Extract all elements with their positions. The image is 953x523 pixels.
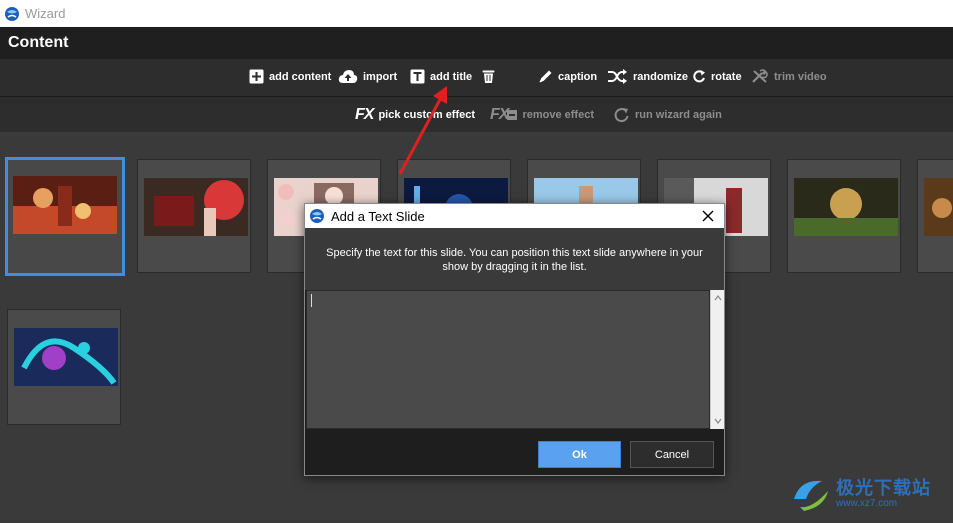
minus-icon <box>507 110 518 120</box>
watermark-url: www.xz7.com <box>836 498 898 509</box>
pencil-icon <box>539 70 552 83</box>
randomize-button[interactable]: randomize <box>607 69 688 84</box>
fx-remove-icon: FX <box>490 106 509 123</box>
dialog-title: Add a Text Slide <box>331 208 425 224</box>
caption-button[interactable]: caption <box>538 69 597 84</box>
rotate-label: rotate <box>711 70 742 83</box>
globe-logo-icon <box>310 209 324 223</box>
text-t-icon <box>410 69 425 84</box>
fx-icon: FX <box>355 106 374 123</box>
tools-icon <box>752 69 768 83</box>
text-scrollbar[interactable] <box>710 290 724 429</box>
add-content-button[interactable]: add content <box>249 69 331 84</box>
slide-thumbnail <box>14 328 118 386</box>
slide-text-input[interactable] <box>306 290 710 429</box>
scroll-up-icon <box>714 295 722 301</box>
run-wizard-again-label: run wizard again <box>635 108 722 121</box>
window-title: Wizard <box>25 6 66 21</box>
trim-video-button[interactable]: trim video <box>751 69 827 84</box>
slide-thumbnail <box>13 176 117 234</box>
close-button[interactable] <box>698 206 718 226</box>
watermark-logo-icon <box>794 480 828 511</box>
refresh-icon <box>614 108 629 123</box>
dialog-message: Specify the text for this slide. You can… <box>305 228 724 290</box>
slide-tile[interactable] <box>787 159 901 273</box>
main-toolbar: add content import add title caption ran… <box>0 59 953 97</box>
ok-button[interactable]: Ok <box>538 441 621 468</box>
shuffle-icon <box>608 69 627 84</box>
rotate-button[interactable]: rotate <box>692 69 742 84</box>
remove-effect-label: remove effect <box>522 109 594 121</box>
rotate-icon <box>693 70 705 83</box>
caption-label: caption <box>558 70 598 83</box>
window-titlebar: Wizard <box>0 0 953 27</box>
scroll-down-icon <box>714 418 722 424</box>
slide-tile[interactable] <box>7 309 121 425</box>
delete-button[interactable] <box>482 69 495 84</box>
slide-thumbnail <box>144 178 248 236</box>
effects-toolbar: FX pick custom effect FX remove effect r… <box>0 97 953 132</box>
pick-custom-effect-button[interactable]: FX pick custom effect <box>355 106 475 124</box>
randomize-label: randomize <box>633 70 689 83</box>
cloud-upload-icon <box>338 70 358 83</box>
add-text-slide-dialog: Add a Text Slide Specify the text for th… <box>304 203 725 476</box>
add-content-label: add content <box>269 70 332 83</box>
import-label: import <box>363 70 398 83</box>
slide-tile[interactable] <box>5 157 125 276</box>
text-caret <box>311 294 312 307</box>
pick-custom-effect-label: pick custom effect <box>378 109 476 121</box>
cancel-button[interactable]: Cancel <box>630 441 714 468</box>
trim-video-label: trim video <box>774 70 827 83</box>
dialog-titlebar: Add a Text Slide <box>305 204 724 228</box>
slide-thumbnail <box>794 178 898 236</box>
slide-tile[interactable] <box>917 159 953 273</box>
add-title-button[interactable]: add title <box>410 69 472 84</box>
trash-icon <box>482 70 495 83</box>
import-button[interactable]: import <box>338 69 397 84</box>
page-title: Content <box>8 34 69 51</box>
plus-square-icon <box>249 69 264 84</box>
globe-logo-icon <box>5 6 19 21</box>
watermark-title: 极光下载站 <box>836 478 931 498</box>
site-watermark: 极光下载站 www.xz7.com <box>790 470 950 518</box>
dialog-footer: Ok Cancel <box>305 429 724 475</box>
slide-tile[interactable] <box>137 159 251 273</box>
run-wizard-again-button[interactable]: run wizard again <box>613 106 722 123</box>
remove-effect-button[interactable]: FX remove effect <box>490 106 594 124</box>
slide-thumbnail <box>924 178 953 236</box>
close-icon <box>702 210 714 222</box>
add-title-label: add title <box>430 70 473 83</box>
content-header: Content <box>0 27 953 59</box>
